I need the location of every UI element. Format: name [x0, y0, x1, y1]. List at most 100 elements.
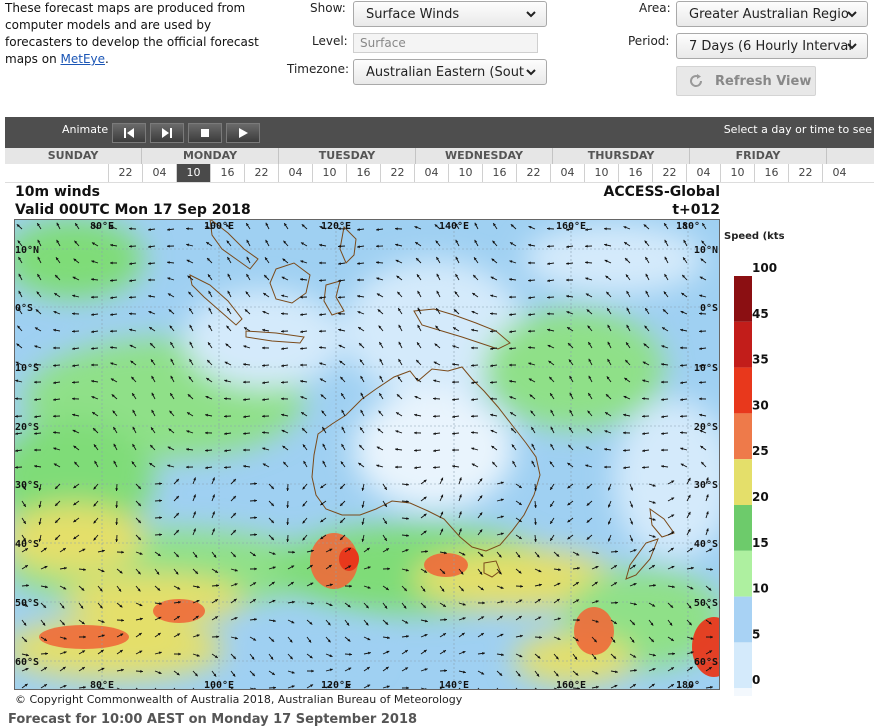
day-tab-friday[interactable]: FRIDAY — [690, 148, 827, 164]
level-label: Level: — [312, 34, 348, 48]
period-label: Period: — [628, 34, 670, 48]
hour-slot[interactable]: 22 — [108, 164, 142, 182]
refresh-view-button[interactable]: Refresh View — [676, 66, 816, 96]
legend-tick: 0 — [752, 673, 760, 687]
hour-slot[interactable]: 04 — [278, 164, 312, 182]
hour-slot[interactable]: 04 — [550, 164, 584, 182]
animate-label: Animate — [62, 123, 109, 136]
play-icon — [239, 128, 248, 138]
skip-forward-button[interactable] — [150, 123, 184, 143]
legend-title: Speed (kts) — [724, 231, 784, 242]
latitude-label: 20°S — [15, 422, 39, 433]
hour-slot[interactable]: 10 — [720, 164, 754, 182]
latitude-label: 10°S — [694, 363, 718, 374]
map-valid-time: Valid 00UTC Mon 17 Sep 2018 — [15, 202, 251, 218]
chevron-down-icon — [847, 11, 857, 18]
timezone-select-value: Australian Eastern (Sout — [366, 64, 525, 80]
hour-slot[interactable]: 22 — [516, 164, 550, 182]
longitude-label: 160°E — [556, 680, 586, 690]
period-select-value: 7 Days (6 Hourly Interval — [689, 38, 852, 54]
legend-tick: 5 — [752, 627, 760, 641]
legend-swatch — [734, 505, 752, 551]
longitude-label: 100°E — [204, 680, 234, 690]
show-select[interactable]: Surface Winds — [353, 1, 547, 27]
timezone-select[interactable]: Australian Eastern (Sout — [353, 59, 547, 85]
skip-back-button[interactable] — [112, 123, 146, 143]
hour-slot[interactable]: 16 — [754, 164, 788, 182]
area-select-value: Greater Australian Regio — [689, 6, 849, 22]
speed-legend: Speed (kts) 100 45 35 30 25 20 15 10 5 0 — [724, 231, 784, 696]
legend-swatch — [734, 459, 752, 505]
hour-slot[interactable]: 16 — [618, 164, 652, 182]
legend-swatch — [734, 413, 752, 460]
legend-tick: 45 — [752, 307, 769, 321]
period-select[interactable]: 7 Days (6 Hourly Interval — [676, 33, 868, 59]
stop-icon — [201, 129, 209, 137]
wind-map[interactable]: 80°E 80°E 100°E 100°E 120°E 120°E 140°E 140°E 16… — [14, 219, 720, 690]
hour-slot[interactable]: 22 — [788, 164, 822, 182]
hour-slot[interactable]: 04 — [686, 164, 720, 182]
legend-swatch — [734, 688, 752, 696]
play-button[interactable] — [226, 123, 260, 143]
hour-slot[interactable]: 10 — [176, 164, 210, 182]
latitude-label: 50°S — [15, 598, 39, 609]
intro-body: These forecast maps are produced from co… — [5, 1, 259, 66]
area-select[interactable]: Greater Australian Regio — [676, 1, 868, 27]
legend-swatch — [734, 276, 752, 322]
forecast-caption: Forecast for 10:00 AEST on Monday 17 Sep… — [8, 712, 418, 727]
hour-slot[interactable]: 16 — [346, 164, 380, 182]
intro-end: . — [105, 52, 109, 66]
hour-slot[interactable]: 04 — [414, 164, 448, 182]
chevron-down-icon — [526, 11, 536, 18]
latitude-label: 10°N — [15, 245, 39, 256]
legend-tick: 30 — [752, 398, 769, 412]
refresh-view-label: Refresh View — [715, 73, 812, 89]
hour-slot[interactable]: 04 — [822, 164, 856, 182]
day-tab-sa[interactable]: SA — [827, 148, 874, 164]
longitude-label: 140°E — [439, 680, 469, 690]
day-tab-monday[interactable]: MONDAY — [142, 148, 279, 164]
latitude-label: 0°S — [15, 303, 33, 314]
hour-slot[interactable]: 22 — [380, 164, 414, 182]
longitude-label: 140°E — [439, 221, 469, 232]
hour-slot[interactable]: 22 — [652, 164, 686, 182]
longitude-label: 180° — [676, 221, 700, 232]
hour-slot[interactable]: 10 — [312, 164, 346, 182]
day-tab-wednesday[interactable]: WEDNESDAY — [416, 148, 553, 164]
stop-button[interactable] — [188, 123, 222, 143]
hour-slot[interactable]: 16 — [482, 164, 516, 182]
hour-slot[interactable]: 04 — [142, 164, 176, 182]
latitude-label: 0°S — [700, 303, 718, 314]
hour-slot[interactable]: 22 — [244, 164, 278, 182]
latitude-label: 10°N — [694, 245, 718, 256]
legend-swatch — [734, 550, 752, 597]
hour-slot[interactable]: 10 — [584, 164, 618, 182]
level-field[interactable]: Surface — [353, 33, 538, 53]
chevron-down-icon — [847, 43, 857, 50]
show-label: Show: — [310, 1, 346, 15]
latitude-label: 40°S — [15, 539, 39, 550]
legend-tick: 15 — [752, 536, 769, 550]
longitude-label: 180° — [676, 680, 700, 690]
longitude-label: 120°E — [321, 680, 351, 690]
animation-toolbar: Animate Select a day or time to see — [5, 117, 874, 148]
meteye-link[interactable]: MetEye — [61, 52, 106, 66]
hour-slot[interactable]: 16 — [210, 164, 244, 182]
legend-swatch — [734, 642, 752, 689]
day-tab-thursday[interactable]: THURSDAY — [553, 148, 690, 164]
latitude-label: 50°S — [694, 598, 718, 609]
timeline-hint: Select a day or time to see — [723, 123, 872, 136]
hour-slot[interactable]: 10 — [448, 164, 482, 182]
day-row: SUNDAY MONDAY TUESDAY WEDNESDAY THURSDAY FRID… — [5, 148, 874, 164]
intro-text: These forecast maps are produced from co… — [5, 0, 270, 68]
day-tab-sunday[interactable]: SUNDAY — [5, 148, 142, 164]
forecast-step: t+012 — [672, 202, 720, 218]
legend-tick: 100 — [752, 261, 777, 275]
longitude-label: 160°E — [556, 221, 586, 232]
latitude-label: 60°S — [15, 657, 39, 668]
legend-tick: 20 — [752, 490, 769, 504]
longitude-label: 80°E — [90, 680, 114, 690]
latitude-label: 60°S — [694, 657, 718, 668]
day-tab-tuesday[interactable]: TUESDAY — [279, 148, 416, 164]
area-label: Area: — [639, 1, 671, 15]
